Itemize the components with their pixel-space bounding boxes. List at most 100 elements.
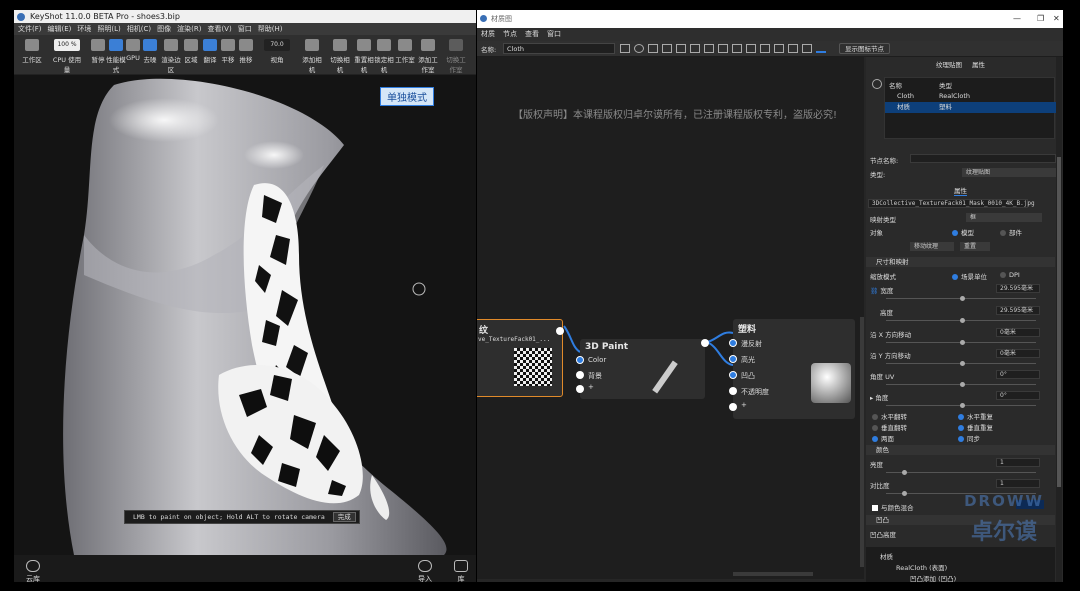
switch-camera-button[interactable]: 切换相机 xyxy=(328,37,352,74)
contrast-slider-knob[interactable] xyxy=(902,491,907,496)
unit-dpi-radio[interactable]: DPI xyxy=(1000,271,1020,279)
menu-material[interactable]: 材质 xyxy=(481,28,495,41)
cpu-usage-control[interactable]: 100 % CPU 使用量 xyxy=(50,37,84,74)
render-viewport[interactable]: 单独模式 LMB to paint on object; Hold ALT to… xyxy=(14,75,476,555)
node-graph-canvas[interactable]: 【版权声明】本课程版权归卓尔谟所有，已注册课程版权专利，盗版必究! 纹 ve_T… xyxy=(477,57,864,579)
brightness-input[interactable]: 1 xyxy=(996,458,1040,467)
show-icon-nodes-button[interactable]: 显示图标节点 xyxy=(839,43,890,54)
texture-output-pin[interactable] xyxy=(556,327,564,335)
layers-icon[interactable] xyxy=(788,44,798,53)
width-input[interactable]: 29.595毫米 xyxy=(996,284,1040,293)
search-icon[interactable] xyxy=(872,79,882,89)
angle-uv-input[interactable]: 0° xyxy=(996,370,1040,379)
fit-icon[interactable] xyxy=(746,44,756,53)
3d-paint-node[interactable]: 3D Paint Color 背景 + xyxy=(576,339,709,399)
angle-slider-knob[interactable] xyxy=(960,403,965,408)
angle-uv-slider[interactable] xyxy=(886,382,1036,387)
flip-v-option[interactable]: 垂直翻转 xyxy=(872,422,907,432)
list-item[interactable]: Cloth RealCloth xyxy=(885,91,1056,102)
node-name-input[interactable] xyxy=(910,154,1056,163)
studio-button[interactable]: 工作室 xyxy=(394,37,416,73)
restore-icon[interactable]: ❐ xyxy=(1037,10,1044,28)
offset-y-input[interactable]: 0毫米 xyxy=(996,349,1040,358)
target-part-radio[interactable]: 部件 xyxy=(1000,227,1022,237)
add-input-pin[interactable] xyxy=(576,385,584,393)
menu-view[interactable]: 查看(V) xyxy=(207,23,231,35)
paste-icon[interactable] xyxy=(690,44,700,53)
denoise-button[interactable]: 去噪 xyxy=(140,37,160,73)
tumble-button[interactable]: 翻译 xyxy=(200,37,220,73)
move-texture-button[interactable]: 移动纹理 xyxy=(910,242,954,251)
link-icon[interactable]: ⛓ xyxy=(870,287,880,295)
paint-output-pin[interactable] xyxy=(701,339,709,347)
fov-control[interactable]: 70.0 视角 xyxy=(260,37,294,73)
flip-h-option[interactable]: 水平翻转 xyxy=(872,411,907,421)
offset-y-slider[interactable] xyxy=(886,361,1036,366)
switch-studio-button[interactable]: 切换工作室 xyxy=(444,37,468,74)
type-dropdown[interactable]: 纹理贴图 xyxy=(962,168,1056,177)
material-name-input[interactable]: Cloth xyxy=(503,43,615,54)
texture-file-path[interactable]: 3DCollective_TextureFack01_Mask_0010_4K_… xyxy=(868,199,1035,208)
color-input-pin[interactable] xyxy=(576,356,584,364)
brightness-slider-knob[interactable] xyxy=(902,470,907,475)
import-button[interactable]: 导入 xyxy=(418,560,432,584)
region-button[interactable]: 区域 xyxy=(180,37,202,73)
reset-button[interactable]: 重置 xyxy=(960,242,990,251)
offset-y-slider-knob[interactable] xyxy=(960,361,965,366)
tree-node-bump-add[interactable]: 凹凸添加 (凹凸) xyxy=(910,573,956,582)
dolly-button[interactable]: 推移 xyxy=(236,37,256,73)
offset-x-slider[interactable] xyxy=(886,340,1036,345)
height-input[interactable]: 29.595毫米 xyxy=(996,306,1040,315)
graph-hscrollbar[interactable] xyxy=(733,572,813,576)
height-slider[interactable] xyxy=(886,318,1036,323)
width-slider-knob[interactable] xyxy=(960,296,965,301)
camera-icon[interactable] xyxy=(802,44,812,53)
menu-help[interactable]: 帮助(H) xyxy=(258,23,283,35)
align-icon[interactable] xyxy=(704,44,714,53)
tab-properties[interactable]: 属性 xyxy=(972,59,985,69)
pan-button[interactable]: 平移 xyxy=(218,37,238,73)
angle-slider[interactable] xyxy=(886,403,1036,408)
props-scrollbar-thumb[interactable] xyxy=(1057,157,1061,487)
menu-view[interactable]: 查看 xyxy=(525,28,539,41)
menu-camera[interactable]: 相机(C) xyxy=(127,23,151,35)
sync-option[interactable]: 同步 xyxy=(958,433,980,443)
layout-icon[interactable] xyxy=(718,44,728,53)
menu-file[interactable]: 文件(F) xyxy=(18,23,42,35)
size-mapping-section[interactable]: 尺寸和映射 xyxy=(866,257,1055,267)
height-slider-knob[interactable] xyxy=(960,318,965,323)
bump-input-pin[interactable] xyxy=(729,371,737,379)
reset-camera-button[interactable]: 重置相机 xyxy=(354,37,374,74)
add-node-icon[interactable] xyxy=(816,44,826,53)
grid-icon[interactable] xyxy=(648,44,658,53)
minimize-icon[interactable]: — xyxy=(1013,10,1021,28)
blend-color-option[interactable]: 与颜色混合 xyxy=(872,502,914,512)
offset-x-slider-knob[interactable] xyxy=(960,340,965,345)
close-icon[interactable]: ✕ xyxy=(1053,10,1060,28)
delete-icon[interactable] xyxy=(732,44,742,53)
angle-uv-slider-knob[interactable] xyxy=(960,382,965,387)
menu-window[interactable]: 窗口 xyxy=(238,23,252,35)
menu-edit[interactable]: 编辑(E) xyxy=(48,23,72,35)
brightness-slider[interactable] xyxy=(886,470,1036,475)
paint-done-button[interactable]: 完成 xyxy=(332,512,356,522)
width-slider[interactable] xyxy=(886,296,1036,301)
menu-window[interactable]: 窗口 xyxy=(547,28,561,41)
render-region-button[interactable]: 渲染边区 xyxy=(160,37,182,74)
cloud-library-button[interactable]: 云库 xyxy=(26,560,40,584)
opacity-input-pin[interactable] xyxy=(729,387,737,395)
cpu-usage-field[interactable]: 100 % xyxy=(54,39,80,51)
list-item-selected[interactable]: 材质 塑料 xyxy=(885,102,1056,113)
menu-node[interactable]: 节点 xyxy=(503,28,517,41)
sphere-icon[interactable] xyxy=(634,44,644,53)
frame-icon[interactable] xyxy=(774,44,784,53)
tab-texture-map[interactable]: 纹理贴图 xyxy=(936,59,962,69)
offset-x-input[interactable]: 0毫米 xyxy=(996,328,1040,337)
copy-icon[interactable] xyxy=(676,44,686,53)
plastic-node[interactable]: 塑料 漫反射 高光 凹凸 不透明度 + xyxy=(729,319,855,419)
plastic-add-pin[interactable] xyxy=(729,403,737,411)
tree-icon[interactable] xyxy=(662,44,672,53)
repeat-v-option[interactable]: 垂直重复 xyxy=(958,422,993,432)
attributes-tab[interactable]: 属性 xyxy=(954,185,967,196)
color-section[interactable]: 颜色 xyxy=(866,445,1055,455)
